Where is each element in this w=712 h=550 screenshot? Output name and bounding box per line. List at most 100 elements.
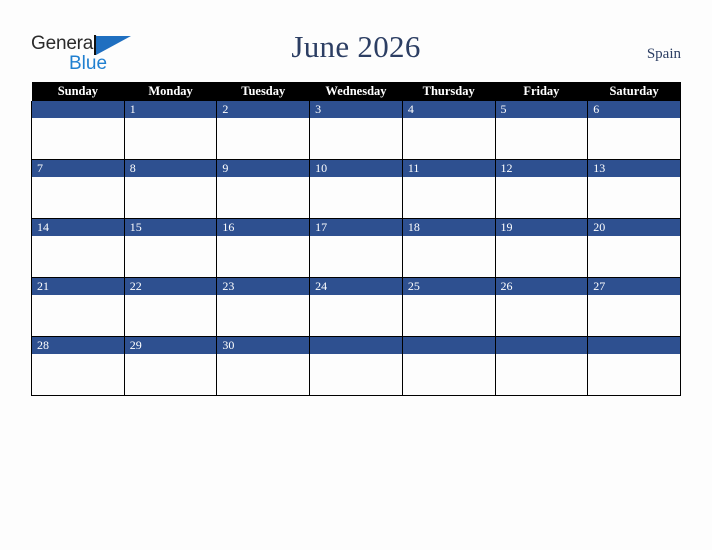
day-number: 26 xyxy=(495,278,588,295)
day-events-area[interactable] xyxy=(310,118,402,159)
day-events-area[interactable] xyxy=(310,236,402,277)
calendar-day-cell[interactable]: 1 xyxy=(123,101,218,160)
day-number: 30 xyxy=(217,337,310,354)
day-number: 24 xyxy=(310,278,402,295)
day-number: 3 xyxy=(310,101,402,118)
day-number xyxy=(310,337,402,354)
calendar-day-cell[interactable]: 29 xyxy=(123,336,218,396)
day-events-area[interactable] xyxy=(496,295,588,336)
calendar-day-cell[interactable]: 22 xyxy=(123,277,218,337)
calendar-day-cell[interactable]: 12 xyxy=(494,159,589,219)
day-number: 28 xyxy=(32,337,124,354)
calendar-day-cell[interactable]: 25 xyxy=(401,277,496,337)
day-events-area[interactable] xyxy=(403,236,495,277)
calendar-day-cell[interactable]: 21 xyxy=(31,277,125,337)
calendar-day-cell[interactable]: 6 xyxy=(587,101,681,160)
calendar-day-cell[interactable]: 10 xyxy=(309,159,403,219)
day-events-area[interactable] xyxy=(310,177,402,218)
day-events-area[interactable] xyxy=(125,236,217,277)
calendar-day-cell[interactable]: 18 xyxy=(401,218,496,278)
weekday-header-wednesday: Wednesday xyxy=(309,82,403,101)
calendar-day-cell[interactable]: 15 xyxy=(123,218,218,278)
day-events-area[interactable] xyxy=(217,236,309,277)
day-events-area[interactable] xyxy=(496,236,588,277)
day-events-area[interactable] xyxy=(217,295,309,336)
calendar-day-cell[interactable]: 20 xyxy=(587,218,681,278)
calendar-day-cell[interactable]: 16 xyxy=(216,218,311,278)
calendar-grid: Sunday Monday Tuesday Wednesday Thursday… xyxy=(31,82,681,396)
day-number: 5 xyxy=(495,101,588,118)
calendar-day-cell[interactable]: 11 xyxy=(401,159,496,219)
day-events-area[interactable] xyxy=(125,118,217,159)
calendar-day-cell[interactable] xyxy=(31,101,125,160)
day-number xyxy=(495,337,588,354)
day-events-area[interactable] xyxy=(32,118,124,159)
day-events-area[interactable] xyxy=(588,295,680,336)
day-events-area[interactable] xyxy=(588,236,680,277)
calendar-weekday-header-row: Sunday Monday Tuesday Wednesday Thursday… xyxy=(31,82,681,101)
day-events-area[interactable] xyxy=(217,354,309,395)
day-events-area[interactable] xyxy=(496,177,588,218)
day-events-area[interactable] xyxy=(310,295,402,336)
day-events-area[interactable] xyxy=(403,295,495,336)
day-number xyxy=(588,337,680,354)
day-events-area[interactable] xyxy=(32,295,124,336)
day-events-area[interactable] xyxy=(588,177,680,218)
day-events-area[interactable] xyxy=(217,118,309,159)
day-events-area[interactable] xyxy=(496,118,588,159)
day-number: 8 xyxy=(124,160,217,177)
day-number: 2 xyxy=(217,101,310,118)
calendar-day-cell[interactable]: 30 xyxy=(216,336,311,396)
calendar-day-cell[interactable] xyxy=(309,336,403,396)
day-number: 27 xyxy=(588,278,680,295)
calendar-week-row: 14 15 16 17 18 19 20 xyxy=(31,218,681,278)
calendar-day-cell[interactable]: 28 xyxy=(31,336,125,396)
calendar-day-cell[interactable]: 7 xyxy=(31,159,125,219)
calendar-day-cell[interactable]: 8 xyxy=(123,159,218,219)
calendar-day-cell[interactable]: 3 xyxy=(309,101,403,160)
calendar-day-cell[interactable]: 14 xyxy=(31,218,125,278)
day-number: 1 xyxy=(124,101,217,118)
weekday-header-tuesday: Tuesday xyxy=(216,82,310,101)
calendar-day-cell[interactable]: 4 xyxy=(401,101,496,160)
calendar-day-cell[interactable]: 9 xyxy=(216,159,311,219)
calendar-day-cell[interactable]: 19 xyxy=(494,218,589,278)
calendar-day-cell[interactable]: 17 xyxy=(309,218,403,278)
calendar-body: 1 2 3 4 5 6 7 8 9 10 11 12 13 14 15 16 1… xyxy=(31,101,681,396)
weekday-header-thursday: Thursday xyxy=(402,82,496,101)
day-events-area[interactable] xyxy=(403,177,495,218)
calendar-day-cell[interactable]: 13 xyxy=(587,159,681,219)
day-events-area[interactable] xyxy=(403,354,495,395)
day-events-area[interactable] xyxy=(125,354,217,395)
day-number: 20 xyxy=(588,219,680,236)
day-number: 12 xyxy=(495,160,588,177)
day-number: 10 xyxy=(310,160,402,177)
day-number: 25 xyxy=(402,278,495,295)
calendar-day-cell[interactable] xyxy=(494,336,589,396)
day-events-area[interactable] xyxy=(125,295,217,336)
day-number: 7 xyxy=(32,160,124,177)
day-events-area[interactable] xyxy=(403,118,495,159)
day-events-area[interactable] xyxy=(588,354,680,395)
day-events-area[interactable] xyxy=(32,354,124,395)
calendar-day-cell[interactable]: 24 xyxy=(309,277,403,337)
day-events-area[interactable] xyxy=(125,177,217,218)
page-header: General Blue June 2026 Spain xyxy=(0,0,712,82)
day-events-area[interactable] xyxy=(310,354,402,395)
calendar-day-cell[interactable]: 26 xyxy=(494,277,589,337)
day-number xyxy=(402,337,495,354)
calendar-day-cell[interactable] xyxy=(587,336,681,396)
calendar-day-cell[interactable]: 27 xyxy=(587,277,681,337)
calendar-day-cell[interactable]: 5 xyxy=(494,101,589,160)
day-events-area[interactable] xyxy=(32,236,124,277)
day-events-area[interactable] xyxy=(217,177,309,218)
day-number: 17 xyxy=(310,219,402,236)
day-number: 9 xyxy=(217,160,310,177)
day-events-area[interactable] xyxy=(496,354,588,395)
day-number: 11 xyxy=(402,160,495,177)
day-events-area[interactable] xyxy=(588,118,680,159)
day-events-area[interactable] xyxy=(32,177,124,218)
calendar-day-cell[interactable] xyxy=(401,336,496,396)
calendar-day-cell[interactable]: 2 xyxy=(216,101,311,160)
calendar-day-cell[interactable]: 23 xyxy=(216,277,311,337)
